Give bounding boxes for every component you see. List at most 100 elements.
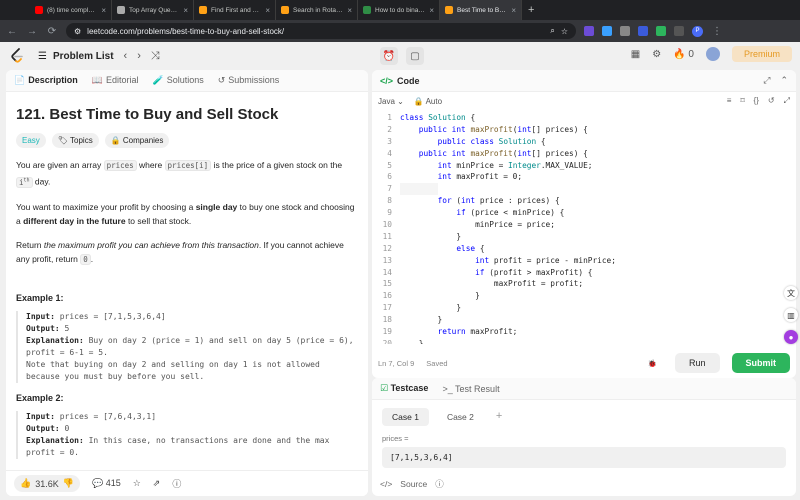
comments-button[interactable]: 💬 415 <box>92 478 121 489</box>
code-line[interactable]: 5 int minPrice = Integer.MAX_VALUE; <box>372 160 796 172</box>
browser-tab[interactable]: How to do binary search step × <box>358 0 440 20</box>
close-icon[interactable]: × <box>183 6 188 15</box>
code-line[interactable]: 19 return maxProfit; <box>372 326 796 338</box>
code-line[interactable]: 13 int profit = price - minPrice; <box>372 255 796 267</box>
code-line[interactable]: 12 else { <box>372 243 796 255</box>
thumbs-down-icon[interactable]: 👎 <box>63 478 74 489</box>
code-line[interactable]: 17 } <box>372 302 796 314</box>
favorite-star-icon[interactable]: ☆ <box>133 478 141 489</box>
help-icon[interactable]: ⓘ <box>435 478 444 490</box>
browser-tab[interactable]: Search in Rotated Sorted Arr× <box>276 0 358 20</box>
tab-submissions[interactable]: ↺ Submissions <box>218 75 280 86</box>
extension-icon[interactable] <box>638 26 648 36</box>
code-line[interactable]: 9 if (price < minPrice) { <box>372 207 796 219</box>
shuffle-icon[interactable]: ⤨ <box>151 50 160 63</box>
timer-button[interactable]: ⏰ <box>380 47 398 65</box>
layout-grid-icon[interactable]: ▦ <box>631 49 640 60</box>
notes-button[interactable]: ▢ <box>406 47 424 65</box>
autocomplete-toggle[interactable]: 🔒 Auto <box>414 97 442 106</box>
reload-icon[interactable]: ⟳ <box>46 26 58 37</box>
prev-problem-icon[interactable]: ‹ <box>124 50 128 62</box>
next-problem-icon[interactable]: › <box>137 50 141 62</box>
browser-tab[interactable]: Best Time to Buy and Sell Sto × <box>440 0 522 20</box>
submit-button[interactable]: Submit <box>731 353 790 373</box>
code-line[interactable]: 16 } <box>372 290 796 302</box>
color-palette-icon[interactable]: ● <box>784 330 798 344</box>
browser-tab[interactable]: (8) time complexity and spac × <box>30 0 112 20</box>
maximize-icon[interactable]: ⤢ <box>763 75 770 86</box>
forward-icon[interactable]: → <box>26 26 38 37</box>
tab-testcase[interactable]: ☑ Testcase <box>380 383 428 394</box>
new-tab-button[interactable]: + <box>522 4 534 16</box>
code-line[interactable]: 20 } <box>372 338 796 344</box>
close-icon[interactable]: × <box>429 6 434 15</box>
extension-icon[interactable] <box>584 26 594 36</box>
code-line[interactable]: 10 minPrice = price; <box>372 219 796 231</box>
extension-icon[interactable] <box>620 26 630 36</box>
menu-kebab-icon[interactable]: ⋮ <box>711 26 723 37</box>
address-bar[interactable]: ⚙ leetcode.com/problems/best-time-to-buy… <box>66 23 576 39</box>
code-line[interactable]: 15 maxProfit = profit; <box>372 278 796 290</box>
browser-tab[interactable]: Top Array Questions LeetCod × <box>112 0 194 20</box>
source-button[interactable]: </> Source ⓘ <box>380 478 444 490</box>
line-number: 2 <box>387 124 392 134</box>
streak-fire-icon[interactable]: 🔥 0 <box>673 49 694 60</box>
book-icon[interactable]: ▥ <box>784 308 798 322</box>
bookmark-icon[interactable]: ⌑ <box>740 96 744 106</box>
topics-badge[interactable]: 🏷 Topics <box>51 133 99 148</box>
debug-icon[interactable]: 🐞 <box>648 359 657 368</box>
code-line[interactable]: 6 int maxProfit = 0; <box>372 171 796 183</box>
collapse-icon[interactable]: ⌃ <box>780 75 788 86</box>
language-select[interactable]: Java ⌄ <box>378 97 404 106</box>
line-number: 7 <box>387 184 392 194</box>
zoom-icon[interactable]: ⌕ <box>550 26 554 36</box>
user-avatar[interactable] <box>705 47 720 61</box>
tab-solutions[interactable]: 🧪 Solutions <box>152 75 203 86</box>
code-line[interactable]: 2 public int maxProfit(int[] prices) { <box>372 124 796 136</box>
tab-test-result[interactable]: >_ Test Result <box>442 384 499 394</box>
close-icon[interactable]: × <box>101 6 106 15</box>
code-brackets-icon: </> <box>380 75 394 86</box>
code-editor[interactable]: 1 class Solution {2 public int maxProfit(… <box>372 112 796 344</box>
site-info-icon[interactable]: ⚙ <box>74 27 81 36</box>
back-icon[interactable]: ← <box>6 26 18 37</box>
run-button[interactable]: Run <box>674 353 720 373</box>
code-line[interactable]: 18 } <box>372 314 796 326</box>
leetcode-logo[interactable] <box>10 48 24 64</box>
close-icon[interactable]: × <box>511 6 516 15</box>
code-line[interactable]: 8 for (int price : prices) { <box>372 195 796 207</box>
companies-badge[interactable]: 🔒 Companies <box>104 133 170 148</box>
tab-editorial[interactable]: 📖 Editorial <box>92 75 139 86</box>
settings-gear-icon[interactable]: ⚙ <box>652 49 661 60</box>
close-icon[interactable]: × <box>265 6 270 15</box>
case-1-button[interactable]: Case 1 <box>382 408 429 426</box>
code-line[interactable]: 11 } <box>372 231 796 243</box>
code-line[interactable]: 7 <box>372 183 796 196</box>
code-line[interactable]: 1 class Solution { <box>372 112 796 124</box>
share-icon[interactable]: ⇗ <box>153 478 161 489</box>
bookmark-star-icon[interactable]: ☆ <box>561 27 568 36</box>
add-case-icon[interactable]: + <box>492 408 506 426</box>
extension-icon[interactable] <box>602 26 612 36</box>
fullscreen-icon[interactable]: ⤢ <box>784 96 790 106</box>
favicon-icon <box>117 6 125 14</box>
premium-button[interactable]: Premium <box>731 46 792 62</box>
code-line[interactable]: 4 public int maxProfit(int[] prices) { <box>372 148 796 160</box>
close-icon[interactable]: × <box>347 6 352 15</box>
format-icon[interactable]: ≡ <box>727 96 732 106</box>
like-button[interactable]: 👍 31.6K 👎 <box>14 475 80 492</box>
reset-icon[interactable]: ↺ <box>768 96 775 106</box>
translate-icon[interactable]: 文 <box>784 286 798 300</box>
help-icon[interactable]: ⓘ <box>172 477 181 490</box>
braces-icon[interactable]: {} <box>754 96 759 106</box>
case-2-button[interactable]: Case 2 <box>437 408 484 426</box>
param-input[interactable]: [7,1,5,3,6,4] <box>382 447 786 468</box>
browser-tab[interactable]: Find First and Last Position o × <box>194 0 276 20</box>
code-line[interactable]: 14 if (profit > maxProfit) { <box>372 267 796 279</box>
extensions-puzzle-icon[interactable] <box>674 26 684 36</box>
extension-icon[interactable] <box>656 26 666 36</box>
problem-list-button[interactable]: ☰ Problem List <box>38 51 114 62</box>
tab-description[interactable]: 📄 Description <box>14 75 78 86</box>
code-line[interactable]: 3 public class Solution { <box>372 136 796 148</box>
profile-avatar[interactable]: P <box>692 25 703 37</box>
